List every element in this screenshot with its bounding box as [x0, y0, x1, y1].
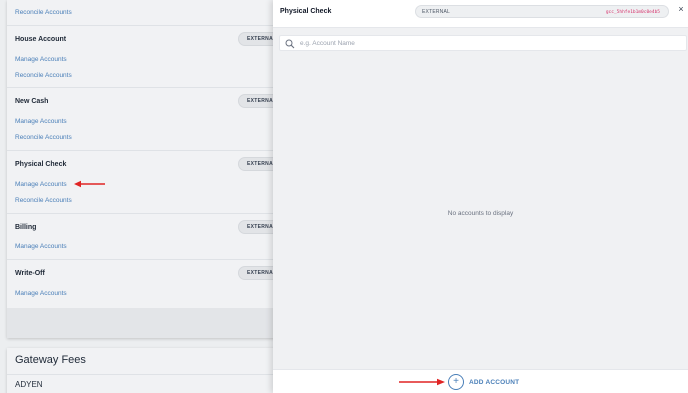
manage-accounts-link[interactable]: Manage Accounts	[15, 243, 67, 250]
divider	[7, 374, 307, 375]
group-title: Billing	[15, 224, 37, 231]
reconcile-accounts-link[interactable]: Reconcile Accounts	[15, 72, 72, 79]
drawer-title: Physical Check	[280, 8, 332, 15]
gateway-fees-card: Gateway Fees ADYEN	[7, 348, 307, 393]
account-group-prev: Reconcile Accounts	[7, 0, 307, 26]
accounts-card: Reconcile Accounts House Account EXTERNA…	[7, 0, 318, 338]
close-icon[interactable]: ×	[676, 4, 686, 14]
account-id: gcc_5hhfe1b1m0c0e4b5	[605, 9, 660, 15]
manage-accounts-link[interactable]: Manage Accounts	[15, 56, 67, 63]
reconcile-accounts-link[interactable]: Reconcile Accounts	[15, 197, 72, 204]
section-title: Gateway Fees	[15, 354, 86, 366]
gateway-item[interactable]: ADYEN	[15, 380, 43, 389]
group-title: House Account	[15, 36, 67, 43]
reconcile-accounts-link[interactable]: Reconcile Accounts	[15, 134, 72, 141]
group-title: Write-Off	[15, 270, 45, 277]
account-type-label: EXTERNAL	[422, 9, 450, 15]
annotation-arrow-right	[399, 378, 445, 386]
account-group-physical-check: Physical Check EXTERNAL Manage Accounts …	[7, 151, 318, 214]
drawer-footer: + ADD ACCOUNT	[273, 369, 688, 393]
search-box	[279, 35, 687, 51]
group-title: Physical Check	[15, 161, 67, 168]
reconcile-accounts-link[interactable]: Reconcile Accounts	[15, 9, 72, 16]
annotation-arrow-left	[74, 180, 105, 188]
account-search-input[interactable]	[300, 38, 680, 49]
group-title: New Cash	[15, 98, 49, 105]
plus-icon: +	[448, 374, 464, 390]
add-account-button[interactable]: + ADD ACCOUNT	[448, 373, 519, 391]
account-group-write-off: Write-Off EXTERNAL Manage Accounts	[7, 260, 318, 308]
manage-accounts-link[interactable]: Manage Accounts	[15, 181, 67, 188]
card-footer-strip	[7, 308, 307, 338]
account-type-pill: EXTERNAL gcc_5hhfe1b1m0c0e4b5	[415, 5, 669, 18]
account-drawer: Physical Check EXTERNAL gcc_5hhfe1b1m0c0…	[273, 0, 688, 393]
search-icon	[285, 39, 295, 49]
manage-accounts-link[interactable]: Manage Accounts	[15, 118, 67, 125]
account-group-billing: Billing EXTERNAL Manage Accounts	[7, 214, 318, 260]
manage-accounts-link[interactable]: Manage Accounts	[15, 290, 67, 297]
drawer-header: Physical Check EXTERNAL gcc_5hhfe1b1m0c0…	[273, 0, 688, 28]
add-account-label: ADD ACCOUNT	[469, 378, 520, 386]
account-group-new-cash: New Cash EXTERNAL Manage Accounts Reconc…	[7, 88, 318, 151]
account-group-house-account: House Account EXTERNAL Manage Accounts R…	[7, 26, 318, 88]
empty-state-message: No accounts to display	[447, 210, 514, 217]
